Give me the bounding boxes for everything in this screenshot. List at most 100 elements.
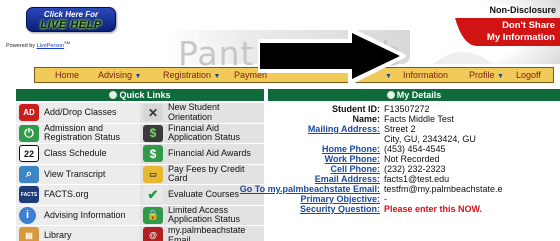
detail-label: Student ID: [332, 104, 380, 114]
quick-link-label: Add/Drop Classes [44, 107, 117, 117]
detail-row-home-phone: Home Phone: (453) 454-4545 [268, 144, 560, 154]
nav-profile[interactable]: Profile ▼ [469, 70, 504, 80]
detail-value: - [384, 194, 387, 204]
quick-link-label: Class Schedule [44, 148, 107, 158]
security-question-alert: Please enter this NOW. [384, 204, 483, 214]
detail-value: (232) 232-2323 [384, 164, 446, 174]
detail-row-primary-objective: Primary Objective: - [268, 194, 560, 204]
quick-link-label: Admission and Registration Status [44, 122, 121, 143]
dollar-award-icon: $ [143, 145, 163, 163]
detail-label: Name: [352, 114, 380, 124]
work-phone-link[interactable]: Work Phone: [325, 154, 380, 164]
dollar-icon: $ [143, 124, 163, 142]
quick-link-email[interactable]: @ my.palmbeachstate Email [140, 226, 264, 241]
non-disclosure-text: Don't Share My Information [465, 20, 555, 44]
goto-email-link[interactable]: Go To my.palmbeachstate Email: [240, 184, 380, 194]
quick-link-label: Financial Aid Awards [168, 148, 251, 158]
quick-link-label: View Transcript [44, 168, 106, 179]
non-disclosure-line1: Don't Share [502, 20, 555, 31]
quick-link-limited-access[interactable]: 🔒 Limited Access Application Status [140, 204, 264, 226]
powered-by-prefix: Powered by [6, 42, 36, 49]
nav-advising[interactable]: Advising ▼ [98, 70, 141, 80]
detail-value: Not Recorded [384, 154, 440, 164]
quick-links-row: 22 Class Schedule $ Financial Aid Awards [16, 144, 264, 165]
detail-value: testfm@my.palmbeachstate.e [384, 184, 503, 194]
address-line2: City, GU, 2343424, GU [384, 134, 476, 144]
quick-link-label: Advising Information [44, 209, 126, 220]
chevron-down-icon: ▼ [497, 73, 504, 80]
nav-logoff-label: Logoff [516, 70, 541, 80]
liveperson-link[interactable]: LivePerson [37, 43, 65, 49]
quick-link-label: Evaluate Courses [168, 189, 240, 199]
quick-link-add-drop[interactable]: AD Add/Drop Classes [16, 103, 140, 124]
quick-link-finaid-awards[interactable]: $ Financial Aid Awards [140, 144, 264, 165]
quick-link-class-schedule[interactable]: 22 Class Schedule [16, 144, 140, 165]
home-phone-link[interactable]: Home Phone: [322, 144, 380, 154]
nav-home[interactable]: Home [55, 70, 79, 80]
detail-row-work-phone: Work Phone: Not Recorded [268, 154, 560, 164]
nav-logoff[interactable]: Logoff [516, 70, 541, 80]
power-icon: ⏻ [19, 124, 39, 142]
checkmark-icon: ✔ [143, 186, 163, 204]
quick-links-row: FACTS FACTS.org ✔ Evaluate Courses [16, 185, 264, 206]
quick-link-label: FACTS.org [44, 189, 89, 199]
powered-by: Powered by LivePersonSM [6, 40, 70, 49]
primary-objective-link[interactable]: Primary Objective: [300, 194, 380, 204]
my-details-header: My Details [268, 89, 560, 101]
quick-link-advising-info[interactable]: i Advising Information [16, 205, 140, 226]
quick-link-finaid-status[interactable]: $ Financial Aid Application Status [140, 122, 264, 144]
quick-links-row: i Advising Information 🔒 Limited Access … [16, 204, 264, 226]
detail-row-security-question: Security Question: Please enter this NOW… [268, 204, 560, 214]
detail-row-goto-email: Go To my.palmbeachstate Email: testfm@my… [240, 184, 560, 194]
detail-row-cell-phone: Cell Phone: (232) 232-2323 [268, 164, 560, 174]
my-details-title: My Details [396, 90, 442, 100]
nav-advising-label: Advising [98, 70, 133, 80]
address-line1: Street 2 [384, 124, 416, 134]
security-question-link[interactable]: Security Question: [300, 204, 380, 214]
quick-link-label: Pay Fees by Credit Card [168, 163, 245, 184]
arrow-overlay-icon [258, 29, 406, 83]
quick-link-library[interactable]: ▤ Library [16, 226, 140, 241]
non-disclosure-banner[interactable]: Non-Disclosure Don't Share My Informatio… [433, 0, 560, 64]
detail-row-email: Email Address: facts1@test.edu [268, 174, 560, 184]
quick-links-row: ▤ Library @ my.palmbeachstate Email [16, 226, 264, 241]
live-help-line2: LIVE HELP [40, 19, 102, 31]
quick-link-label: Library [44, 230, 72, 240]
quick-link-admission-status[interactable]: ⏻ Admission and Registration Status [16, 122, 140, 144]
non-disclosure-title: Non-Disclosure [489, 5, 556, 15]
detail-value: facts1@test.edu [384, 174, 450, 184]
calendar-icon: 22 [19, 145, 39, 163]
detail-row-mailing-address: Mailing Address: Street 2 City, GU, 2343… [268, 124, 560, 144]
person-icon [386, 91, 395, 99]
detail-value: Facts Middle Test [384, 114, 454, 124]
live-help-button[interactable]: Click Here For LIVE HELP [26, 7, 116, 32]
detail-value: F13507272 [384, 104, 430, 114]
nav-registration[interactable]: Registration ▼ [163, 70, 220, 80]
quick-link-pay-fees[interactable]: ▭ Pay Fees by Credit Card [140, 163, 264, 185]
nav-home-label: Home [55, 70, 80, 80]
quick-link-label: Financial Aid Application Status [168, 122, 241, 143]
quick-link-transcript[interactable]: ⌕ View Transcript [16, 164, 140, 185]
quick-link-label: Limited Access Application Status [168, 204, 241, 225]
quick-link-facts[interactable]: FACTS FACTS.org [16, 185, 140, 206]
powered-by-tm: SM [64, 40, 71, 45]
quick-links-grid: AD Add/Drop Classes ✕ New Student Orient… [16, 103, 264, 241]
book-icon: ▤ [19, 227, 39, 241]
detail-row-student-id: Student ID: F13507272 [268, 104, 560, 114]
quick-links-row: ⌕ View Transcript ▭ Pay Fees by Credit C… [16, 163, 264, 185]
nav-information-label: Information [403, 70, 449, 80]
cell-phone-link[interactable]: Cell Phone: [330, 164, 380, 174]
quick-links-row: AD Add/Drop Classes ✕ New Student Orient… [16, 103, 264, 124]
email-icon: @ [143, 227, 163, 241]
email-address-link[interactable]: Email Address: [315, 174, 380, 184]
nav-profile-label: Profile [469, 70, 495, 80]
lock-icon: 🔒 [143, 206, 163, 224]
quick-link-orientation[interactable]: ✕ New Student Orientation [140, 103, 264, 124]
nav-information[interactable]: Information [403, 70, 448, 80]
orientation-icon: ✕ [143, 104, 163, 122]
quick-link-label: New Student Orientation [168, 102, 220, 122]
non-disclosure-line2: My Information [486, 32, 555, 43]
facts-icon: FACTS [19, 186, 39, 204]
add-drop-icon: AD [19, 104, 39, 122]
mailing-address-link[interactable]: Mailing Address: [308, 124, 380, 134]
